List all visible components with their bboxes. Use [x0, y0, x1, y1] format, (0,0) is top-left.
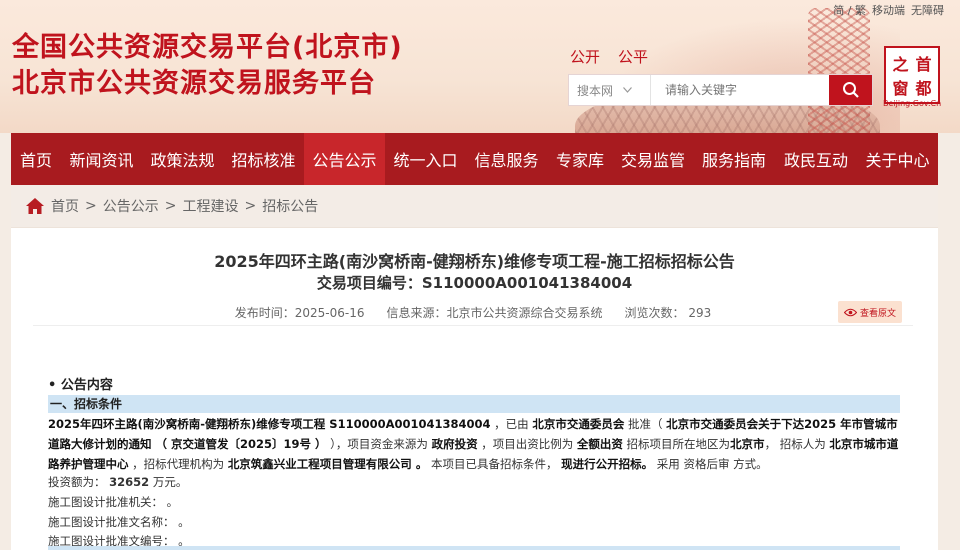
- view-count: 浏览次数： 293: [624, 306, 712, 320]
- breadcrumb: 首页 > 公告公示 > 工程建设 > 招标公告: [11, 185, 938, 227]
- view-original-button[interactable]: 查看原文: [838, 301, 902, 323]
- utility-links: 简 / 繁 移动端 无障碍: [833, 2, 944, 18]
- approver: 北京市交通委员会: [532, 417, 625, 431]
- search-input[interactable]: [651, 75, 829, 105]
- cctv-tower-illustration: [808, 8, 870, 133]
- article-meta: 发布时间：2025-06-16 信息来源：北京市公共资源综合交易系统 浏览次数：…: [33, 300, 913, 326]
- nav-expert-db[interactable]: 专家库: [547, 133, 613, 185]
- next-section-band: [48, 546, 900, 550]
- investment-line: 投资额为： 32652 万元。: [48, 475, 188, 489]
- nav-unified-entry[interactable]: 统一入口: [385, 133, 466, 185]
- project-name: 2025年四环主路(南沙窝桥南-健翔桥东)维修专项工程 S110000A0010…: [48, 417, 491, 431]
- breadcrumb-announcements[interactable]: 公告公示: [103, 196, 159, 216]
- capital-window-logo[interactable]: 之 首 窗 都: [884, 46, 940, 104]
- funding-source: 政府投资: [431, 437, 478, 451]
- article-title: 2025年四环主路(南沙窝桥南-健翔桥东)维修专项工程-施工招标招标公告: [214, 252, 735, 271]
- nav-news[interactable]: 新闻资讯: [61, 133, 142, 185]
- nav-interaction[interactable]: 政民互动: [775, 133, 857, 185]
- breadcrumb-construction[interactable]: 工程建设: [182, 196, 238, 216]
- project-code: 交易项目编号：S110000A001041384004: [316, 274, 633, 292]
- search-icon: [842, 82, 859, 98]
- logo-subtitle: Beijing.Gov.Cn: [883, 99, 942, 108]
- design-approval-doc-name: 施工图设计批准文名称： 。: [48, 515, 190, 529]
- search-button[interactable]: [829, 75, 872, 105]
- nav-announcements[interactable]: 公告公示: [304, 133, 385, 185]
- info-source: 信息来源：北京市公共资源综合交易系统: [386, 306, 603, 320]
- logo-char: 都: [915, 79, 932, 98]
- accessibility-link[interactable]: 无障碍: [911, 2, 944, 18]
- home-icon[interactable]: [25, 197, 45, 215]
- nav-supervision[interactable]: 交易监管: [613, 133, 693, 185]
- site-title: 全国公共资源交易平台(北京市) 北京市公共资源交易服务平台: [12, 30, 403, 102]
- site-title-line1: 全国公共资源交易平台(北京市): [12, 32, 403, 63]
- nav-home[interactable]: 首页: [11, 133, 61, 185]
- site-title-line2: 北京市公共资源交易服务平台: [12, 68, 376, 99]
- nav-info-service[interactable]: 信息服务: [466, 133, 547, 185]
- slogan-open: 公开: [570, 48, 601, 66]
- open-tender-note: 现进行公开招标。: [561, 457, 654, 471]
- main-nav: 首页 新闻资讯 政策法规 招标核准 公告公示 统一入口 信息服务 专家库 交易监…: [11, 133, 938, 185]
- view-original-label: 查看原文: [859, 308, 896, 319]
- section-heading: • 公告内容: [48, 378, 113, 393]
- search-bar: 搜本网: [568, 74, 873, 106]
- chevron-down-icon: [623, 87, 632, 93]
- sub-heading: 一、招标条件: [48, 395, 900, 413]
- eye-icon: [843, 308, 857, 316]
- tender-conditions-paragraph: 2025年四环主路(南沙窝桥南-健翔桥东)维修专项工程 S110000A0010…: [48, 417, 899, 471]
- slogan: 公开 公平: [570, 46, 648, 67]
- project-region: 北京市: [730, 437, 765, 451]
- investment-amount: 32652: [109, 475, 150, 489]
- logo-char: 之: [892, 55, 909, 74]
- nav-service-guide[interactable]: 服务指南: [693, 133, 775, 185]
- publish-date: 发布时间：2025-06-16: [234, 306, 365, 320]
- breadcrumb-tender-notice[interactable]: 招标公告: [262, 196, 318, 216]
- funding-ratio: 全额出资: [576, 437, 623, 451]
- lang-switch-link[interactable]: 简 / 繁: [833, 2, 866, 18]
- agency: 北京筑鑫兴业工程项目管理有限公司 。: [227, 457, 428, 471]
- design-approval-org: 施工图设计批准机关： 。: [48, 495, 179, 509]
- nav-approval[interactable]: 招标核准: [223, 133, 304, 185]
- nav-about[interactable]: 关于中心: [857, 133, 938, 185]
- mobile-link[interactable]: 移动端: [872, 2, 905, 18]
- nav-policy[interactable]: 政策法规: [142, 133, 223, 185]
- logo-char: 窗: [892, 79, 909, 98]
- search-scope-label: 搜本网: [577, 83, 614, 98]
- logo-char: 首: [915, 55, 932, 74]
- article-panel: 2025年四环主路(南沙窝桥南-健翔桥东)维修专项工程-施工招标招标公告 交易项…: [11, 227, 938, 550]
- search-scope-select[interactable]: 搜本网: [569, 75, 651, 105]
- site-header: 简 / 繁 移动端 无障碍 全国公共资源交易平台(北京市) 北京市公共资源交易服…: [0, 0, 960, 133]
- slogan-fair: 公平: [618, 48, 649, 66]
- breadcrumb-home[interactable]: 首页: [51, 196, 79, 216]
